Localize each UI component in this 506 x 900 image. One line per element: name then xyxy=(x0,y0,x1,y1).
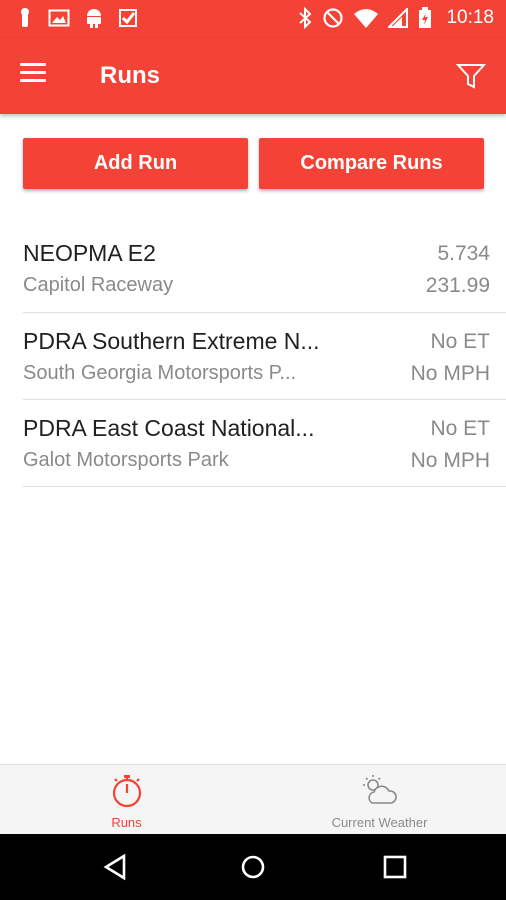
tab-runs-label: Runs xyxy=(111,815,142,830)
status-bar: 10:18 xyxy=(0,0,506,38)
list-item[interactable]: PDRA Southern Extreme N... South Georgia… xyxy=(23,313,506,400)
image-icon xyxy=(48,9,70,27)
do-not-disturb-icon xyxy=(323,8,344,28)
list-item[interactable]: PDRA East Coast National... Galot Motors… xyxy=(23,400,506,487)
run-name: NEOPMA E2 xyxy=(23,240,156,266)
touch-icon xyxy=(21,8,29,27)
run-et: No ET xyxy=(430,417,490,440)
status-bar-notifications xyxy=(16,7,138,29)
run-et: 5.734 xyxy=(437,242,490,265)
signal-icon xyxy=(388,8,409,28)
compare-runs-button[interactable]: Compare Runs xyxy=(259,138,484,189)
back-icon[interactable] xyxy=(100,852,130,882)
status-bar-system: 10:18 xyxy=(298,7,494,29)
hamburger-menu-icon[interactable] xyxy=(20,63,50,89)
stopwatch-icon xyxy=(112,775,141,808)
run-name: PDRA East Coast National... xyxy=(23,415,315,441)
run-mph: 231.99 xyxy=(425,274,490,297)
tab-runs[interactable]: Runs xyxy=(0,765,253,835)
page-title: Runs xyxy=(100,62,160,89)
run-track: Galot Motorsports Park xyxy=(23,449,229,471)
run-mph: No MPH xyxy=(410,362,490,385)
list-item[interactable]: NEOPMA E2 Capitol Raceway 5.734 231.99 xyxy=(23,225,506,313)
wifi-icon xyxy=(354,9,379,28)
clock: 10:18 xyxy=(446,7,494,28)
runs-list: NEOPMA E2 Capitol Raceway 5.734 231.99 P… xyxy=(23,225,506,487)
battery-charging-icon xyxy=(419,7,432,28)
bottom-navigation: Runs Current Weather xyxy=(0,764,506,834)
add-run-button[interactable]: Add Run xyxy=(23,138,248,189)
system-navigation-bar xyxy=(0,834,506,900)
run-name: PDRA Southern Extreme N... xyxy=(23,328,320,354)
run-track: Capitol Raceway xyxy=(23,274,174,296)
tab-current-weather-label: Current Weather xyxy=(331,815,428,830)
run-mph: No MPH xyxy=(410,449,490,472)
android-icon xyxy=(87,9,101,28)
bluetooth-icon xyxy=(299,7,312,29)
run-track: South Georgia Motorsports P... xyxy=(23,362,297,384)
app-bar: Runs xyxy=(0,38,506,114)
check-app-icon xyxy=(119,9,137,27)
home-icon[interactable] xyxy=(238,852,268,882)
recent-apps-icon[interactable] xyxy=(380,852,410,882)
run-et: No ET xyxy=(430,330,490,353)
partly-cloudy-icon xyxy=(362,775,397,804)
tab-current-weather[interactable]: Current Weather xyxy=(253,765,506,835)
filter-icon[interactable] xyxy=(456,62,486,90)
